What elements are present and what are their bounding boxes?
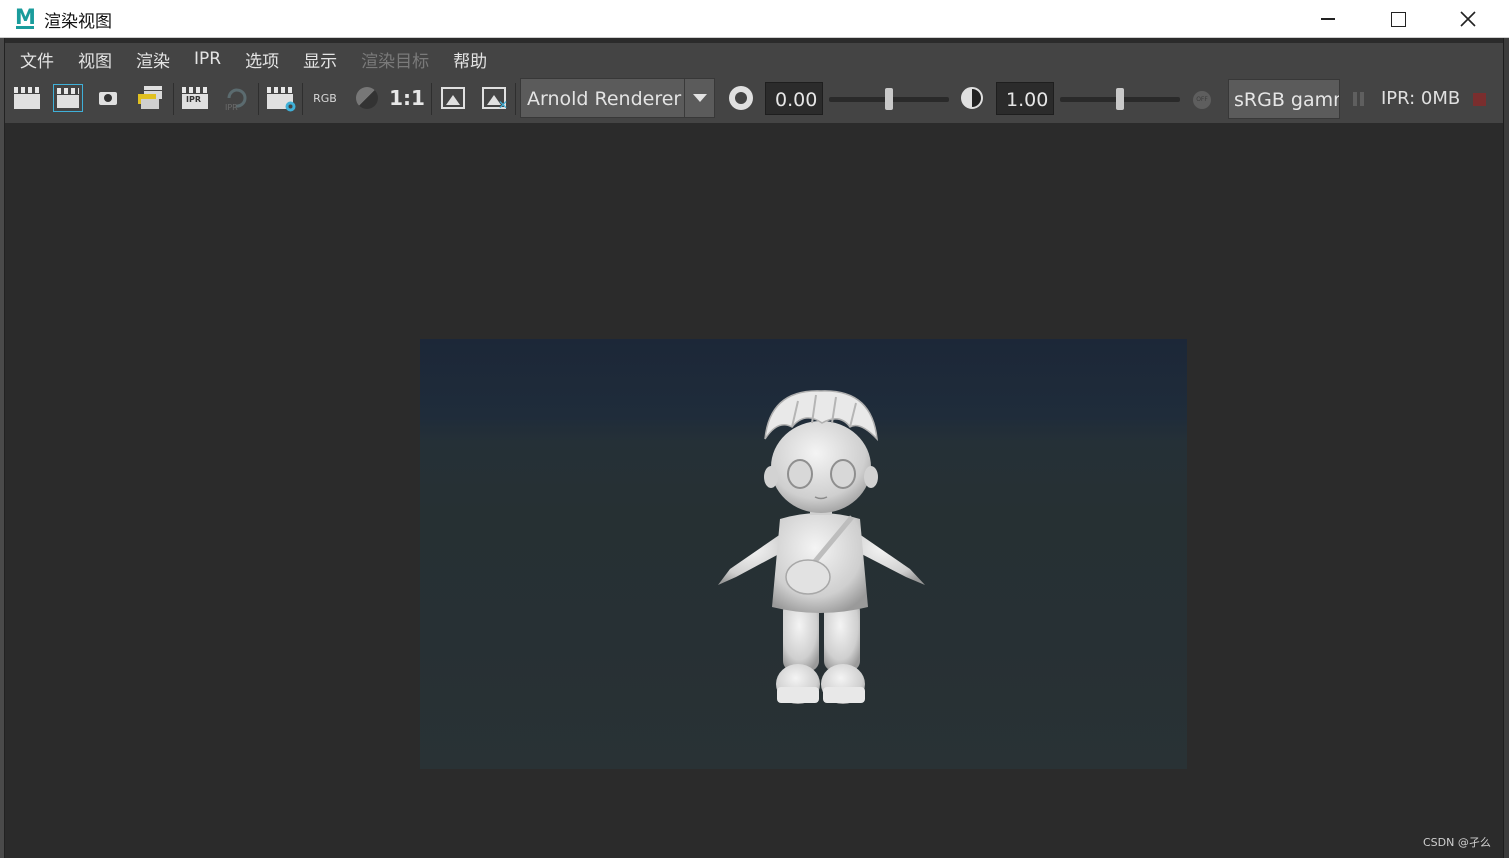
- character-render: [718, 390, 925, 704]
- alpha-channel-icon[interactable]: [352, 84, 382, 112]
- menu-view[interactable]: 视图: [78, 47, 112, 72]
- close-icon: [1460, 11, 1476, 27]
- menu-display[interactable]: 显示: [303, 47, 337, 72]
- maya-icon: M: [15, 5, 36, 29]
- real-size-icon[interactable]: 1:1: [389, 84, 425, 112]
- menu-bar: 文件 视图 渲染 IPR 选项 显示 渲染目标 帮助: [5, 43, 1503, 75]
- close-button[interactable]: [1433, 0, 1503, 38]
- menu-options[interactable]: 选项: [245, 47, 279, 72]
- render-region-icon[interactable]: [53, 84, 83, 112]
- render-settings-icon[interactable]: [265, 84, 296, 112]
- minimize-icon: [1321, 18, 1335, 20]
- gamma-slider[interactable]: [1060, 88, 1180, 110]
- renderer-label: Arnold Renderer: [527, 88, 682, 110]
- menu-render-target: 渲染目标: [361, 51, 430, 72]
- gamma-field[interactable]: 1.00: [996, 82, 1054, 115]
- remove-image-icon[interactable]: ✕: [479, 84, 509, 112]
- rgb-channels-icon[interactable]: RGB: [310, 84, 340, 112]
- ipr-memory-label: IPR: 0MB: [1381, 88, 1461, 109]
- window-title: 渲染视图: [44, 12, 112, 32]
- render-viewport[interactable]: [5, 123, 1503, 858]
- gamma-icon[interactable]: [957, 84, 987, 112]
- render-view-window: M 渲染视图 文件 视图 渲染 IPR 选项 显示 渲染目标 帮助 IPR IP…: [0, 0, 1509, 858]
- exposure-slider[interactable]: [829, 88, 949, 110]
- exposure-slider-handle[interactable]: [885, 88, 893, 110]
- pause-icon[interactable]: [1353, 92, 1365, 106]
- menu-help[interactable]: 帮助: [453, 47, 487, 72]
- menu-render[interactable]: 渲染: [136, 47, 170, 72]
- ipr-render-icon[interactable]: IPR: [180, 84, 210, 112]
- menu-file[interactable]: 文件: [20, 47, 54, 72]
- toolbar: IPR IPR RGB 1:1 ✕ Arnold Renderer 0.00 1…: [5, 75, 1503, 123]
- view-transform-toggle-icon[interactable]: OFF: [1193, 91, 1211, 109]
- maximize-button[interactable]: [1363, 0, 1433, 38]
- title-bar: M 渲染视图: [0, 0, 1509, 38]
- color-management-dropdown[interactable]: sRGB gamma: [1228, 79, 1340, 119]
- keep-image-icon[interactable]: [438, 84, 468, 112]
- exposure-icon[interactable]: [726, 84, 756, 112]
- maximize-icon: [1390, 11, 1406, 27]
- chevron-down-icon[interactable]: [684, 79, 714, 117]
- redo-render-icon[interactable]: [12, 84, 42, 112]
- minimize-button[interactable]: [1293, 0, 1363, 38]
- svg-text:IPR: IPR: [225, 103, 238, 111]
- stop-icon[interactable]: [1473, 93, 1486, 106]
- watermark: CSDN @孑么: [1423, 836, 1491, 849]
- rendered-image: [420, 339, 1187, 769]
- render-sequence-icon[interactable]: [135, 84, 165, 112]
- menu-ipr[interactable]: IPR: [194, 49, 221, 69]
- renderer-dropdown[interactable]: Arnold Renderer: [520, 78, 715, 118]
- right-panel-edge: [1503, 38, 1509, 858]
- snapshot-icon[interactable]: [93, 84, 123, 112]
- gamma-slider-handle[interactable]: [1116, 88, 1124, 110]
- exposure-field[interactable]: 0.00: [765, 82, 823, 115]
- refresh-ipr-icon: IPR: [221, 84, 251, 112]
